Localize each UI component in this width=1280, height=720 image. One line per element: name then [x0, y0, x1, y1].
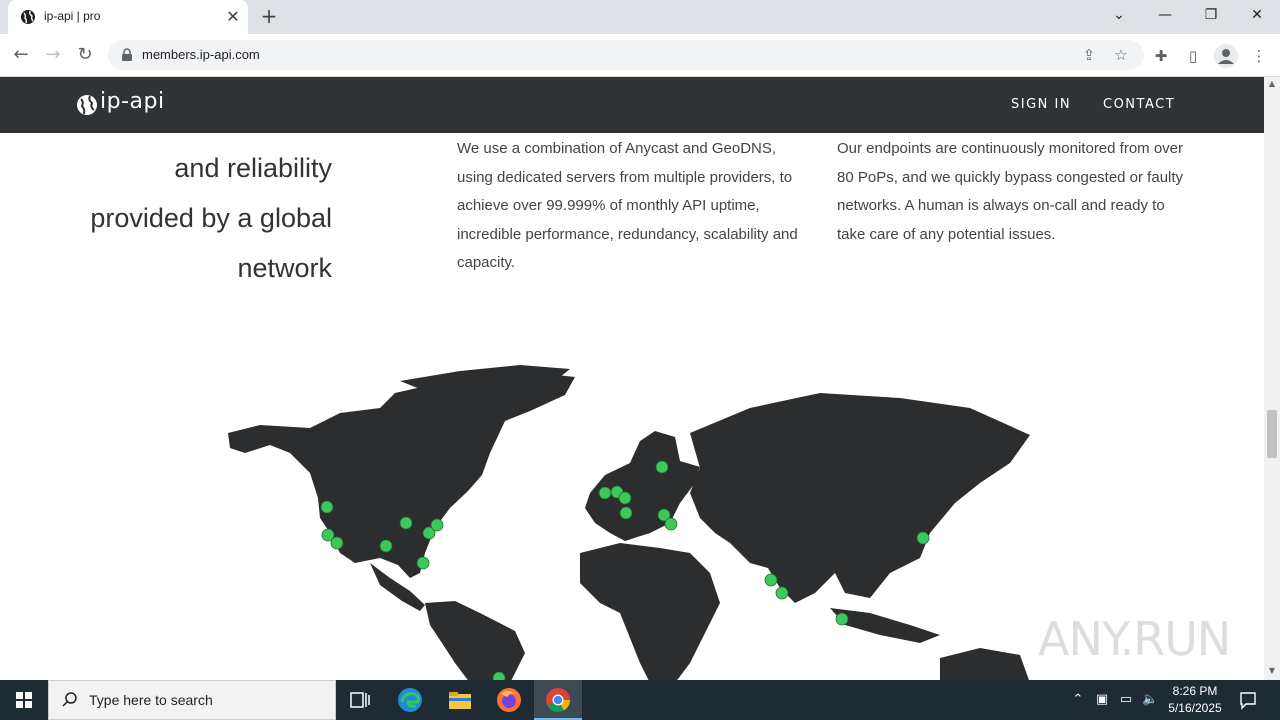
- pop-marker: [598, 486, 612, 500]
- firefox-icon[interactable]: [495, 686, 523, 714]
- extensions-puzzle-icon[interactable]: ✚: [1150, 45, 1172, 67]
- pop-marker: [764, 573, 778, 587]
- hero-line: and reliability: [174, 153, 332, 183]
- chrome-icon: [546, 688, 570, 713]
- restore-button[interactable]: ❐: [1188, 0, 1234, 34]
- nav-sign-in[interactable]: SIGN IN: [1011, 97, 1071, 112]
- url-text: members.ip-api.com: [142, 47, 260, 62]
- tab-close-icon[interactable]: ✕: [224, 8, 242, 26]
- south-america-landmass: [425, 601, 525, 680]
- profile-avatar[interactable]: [1214, 44, 1238, 68]
- forward-arrow-icon[interactable]: →: [40, 43, 66, 69]
- tab-search-chevron-icon[interactable]: ⌄: [1096, 0, 1142, 34]
- clock-time: 8:26 PM: [1172, 684, 1218, 698]
- pop-marker: [619, 506, 633, 520]
- pop-marker: [379, 539, 393, 553]
- infrastructure-paragraph: We use a combination of Anycast and GeoD…: [457, 140, 798, 272]
- scroll-up-arrow-icon[interactable]: ▲: [1264, 79, 1280, 91]
- taskbar-clock[interactable]: 8:26 PM 5/16/2025: [1162, 683, 1228, 717]
- pop-marker: [835, 612, 849, 626]
- search-icon: [62, 692, 77, 707]
- bookmark-star-icon[interactable]: ☆: [1112, 46, 1130, 64]
- side-panel-icon[interactable]: ▯: [1182, 45, 1204, 67]
- site-logo-text[interactable]: ip-api: [100, 89, 165, 114]
- clock-date: 5/16/2025: [1168, 701, 1222, 715]
- notifications-icon[interactable]: [1238, 690, 1258, 710]
- scroll-thumb[interactable]: [1267, 410, 1277, 458]
- search-placeholder: Type here to search: [89, 692, 213, 708]
- person-icon: [1218, 49, 1234, 64]
- page-content: and reliability provided by a global net…: [0, 133, 1264, 680]
- nav-contact[interactable]: CONTACT: [1103, 97, 1175, 112]
- pop-marker: [916, 531, 930, 545]
- pop-marker: [320, 500, 334, 514]
- site-header: ip-api SIGN IN CONTACT: [0, 77, 1264, 133]
- pop-marker: [492, 671, 506, 680]
- tab-title: ip-api | pro: [44, 9, 101, 23]
- pop-marker: [618, 491, 632, 505]
- ip-api-logo-globe-icon[interactable]: [76, 91, 98, 119]
- europe-landmass: [585, 431, 700, 541]
- browser-toolbar: ← → ↻ members.ip-api.com ⇪ ☆ ✚ ▯ ⋮: [0, 34, 1280, 77]
- share-icon[interactable]: ⇪: [1080, 46, 1098, 64]
- volume-icon[interactable]: 🔈: [1142, 692, 1158, 708]
- anyrun-watermark: ANY.RUN: [1038, 612, 1231, 666]
- hero-heading: and reliability provided by a global net…: [90, 133, 332, 293]
- africa-landmass: [580, 543, 720, 680]
- asia-landmass: [690, 393, 1030, 603]
- hero-line: provided by a global: [90, 203, 332, 233]
- windows-taskbar: Type here to search ⌃ ▣ ▭ 🔈 8:26 PM 5/16…: [0, 680, 1280, 720]
- reload-icon[interactable]: ↻: [72, 43, 98, 69]
- pop-marker: [416, 556, 430, 570]
- new-tab-button[interactable]: +: [258, 6, 280, 28]
- world-map: [228, 365, 1030, 680]
- pop-marker: [655, 460, 669, 474]
- globe-favicon-icon: [21, 10, 35, 24]
- minimize-button[interactable]: —: [1142, 0, 1188, 34]
- address-bar[interactable]: members.ip-api.com ⇪ ☆: [108, 40, 1144, 70]
- edge-browser-icon[interactable]: [396, 686, 424, 714]
- back-arrow-icon[interactable]: ←: [8, 43, 34, 69]
- network-icon[interactable]: ▭: [1118, 692, 1134, 708]
- sea-islands-landmass: [830, 608, 940, 643]
- browser-tab[interactable]: ip-api | pro ✕: [8, 0, 248, 34]
- file-explorer-icon[interactable]: [446, 686, 474, 714]
- pop-marker: [399, 516, 413, 530]
- pop-marker: [775, 586, 789, 600]
- pop-marker: [664, 517, 678, 531]
- taskbar-search-box[interactable]: Type here to search: [48, 680, 336, 720]
- pop-marker: [430, 518, 444, 532]
- monitoring-paragraph: Our endpoints are continuously monitored…: [837, 140, 1184, 243]
- hero-line: network: [237, 253, 332, 283]
- tray-chevron-up-icon[interactable]: ⌃: [1070, 692, 1086, 708]
- tray-device-icon[interactable]: ▣: [1094, 692, 1110, 708]
- windows-start-icon[interactable]: [0, 680, 48, 720]
- task-view-icon[interactable]: [346, 686, 374, 714]
- lock-icon: [122, 48, 132, 61]
- browser-tab-bar: ip-api | pro ✕ + ⌄ — ❐ ✕: [0, 0, 1280, 34]
- scroll-down-arrow-icon[interactable]: ▼: [1264, 666, 1280, 678]
- north-america-landmass: [228, 371, 575, 578]
- menu-kebab-icon[interactable]: ⋮: [1248, 45, 1270, 67]
- continents: [228, 365, 1030, 680]
- australia-landmass: [940, 648, 1029, 680]
- close-window-button[interactable]: ✕: [1234, 0, 1280, 34]
- pop-marker: [330, 536, 344, 550]
- page-scrollbar[interactable]: ▲ ▼: [1264, 77, 1280, 680]
- chrome-taskbar-active[interactable]: [534, 680, 582, 720]
